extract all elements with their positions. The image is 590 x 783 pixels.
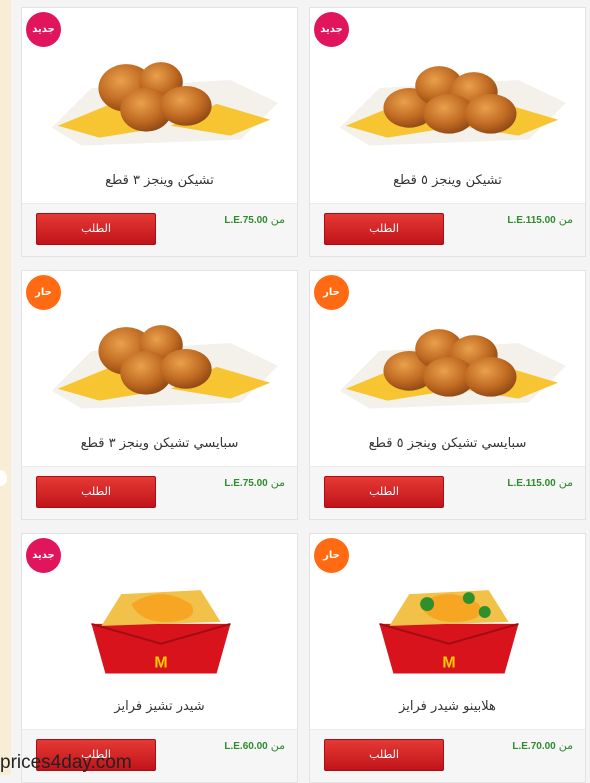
product-price: L.E.115.00 من: [507, 213, 573, 226]
product-name[interactable]: تشيكن وينجز ٣ قطع: [22, 173, 297, 188]
order-button[interactable]: الطلب: [324, 213, 444, 245]
product-name[interactable]: شيدر تشيز فرايز: [22, 699, 297, 714]
order-button[interactable]: الطلب: [36, 476, 156, 508]
product-image[interactable]: [22, 534, 297, 689]
product-price: L.E.75.00 من: [224, 213, 285, 226]
product-price: L.E.115.00 من: [507, 476, 573, 489]
product-price: L.E.75.00 من: [224, 476, 285, 489]
product-name[interactable]: سبايسي تشيكن وينجز ٣ قطع: [22, 436, 297, 451]
new-badge: جديد: [314, 12, 349, 47]
product-card[interactable]: حار سبايسي تشيكن وينجز ٥ قطع L.E.115.00 م…: [309, 270, 586, 520]
product-card[interactable]: جديد شيدر تشيز فرايز L.E.60.00 من الطلب: [21, 533, 298, 783]
hot-badge: حار: [314, 538, 349, 573]
product-card[interactable]: جديد تشيكن وينجز ٥ قطع L.E.115.00 من الطل…: [309, 7, 586, 257]
card-footer: L.E.115.00 من الطلب: [310, 203, 585, 256]
product-image[interactable]: [310, 271, 585, 426]
product-name[interactable]: سبايسي تشيكن وينجز ٥ قطع: [310, 436, 585, 451]
product-name[interactable]: تشيكن وينجز ٥ قطع: [310, 173, 585, 188]
new-badge: جديد: [26, 538, 61, 573]
site-watermark: prices4day.com: [0, 752, 132, 773]
card-footer: L.E.115.00 من الطلب: [310, 466, 585, 519]
product-image[interactable]: [22, 271, 297, 426]
order-button[interactable]: الطلب: [324, 476, 444, 508]
product-card[interactable]: جديد تشيكن وينجز ٣ قطع L.E.75.00 من الطلب: [21, 7, 298, 257]
product-price: L.E.70.00 من: [512, 739, 573, 752]
card-footer: L.E.75.00 من الطلب: [22, 466, 297, 519]
product-image[interactable]: [310, 8, 585, 163]
new-badge: جديد: [26, 12, 61, 47]
hot-badge: حار: [314, 275, 349, 310]
hot-badge: حار: [26, 275, 61, 310]
card-footer: L.E.70.00 من الطلب: [310, 729, 585, 782]
product-card[interactable]: حار هلابينو شيدر فرايز L.E.70.00 من الطلب: [309, 533, 586, 783]
product-image[interactable]: [22, 8, 297, 163]
order-button[interactable]: الطلب: [324, 739, 444, 771]
order-button[interactable]: الطلب: [36, 213, 156, 245]
product-card[interactable]: حار سبايسي تشيكن وينجز ٣ قطع L.E.75.00 من…: [21, 270, 298, 520]
product-price: L.E.60.00 من: [224, 739, 285, 752]
left-background-strip: [0, 0, 11, 775]
product-image[interactable]: [310, 534, 585, 689]
product-name[interactable]: هلابينو شيدر فرايز: [310, 699, 585, 714]
card-footer: L.E.75.00 من الطلب: [22, 203, 297, 256]
